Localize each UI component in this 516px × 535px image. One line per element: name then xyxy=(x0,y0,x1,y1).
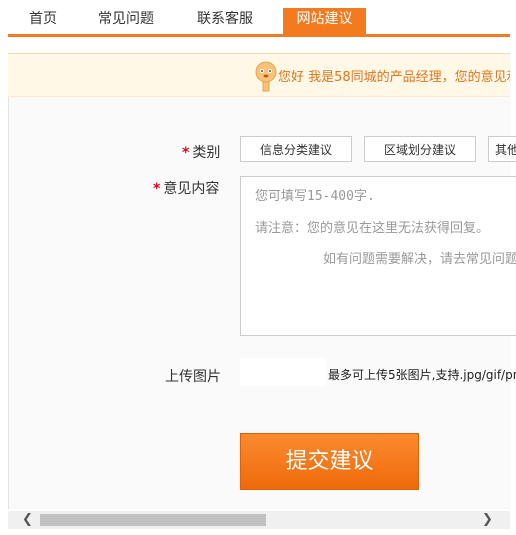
nav-item-home[interactable]: 首页 xyxy=(29,8,57,28)
category-label: * 类别 xyxy=(182,145,221,161)
nav-item-contact[interactable]: 联系客服 xyxy=(197,8,253,28)
upload-label: 上传图片 xyxy=(165,369,221,385)
upload-button[interactable] xyxy=(240,358,326,386)
feedback-textarea[interactable]: 您可填写15-400字. 请注意：您的意见在这里无法获得回复。 如有问题需要解决… xyxy=(240,176,516,336)
placeholder-line-2: 请注意：您的意见在这里无法获得回复。 xyxy=(255,221,490,236)
category-option-other[interactable]: 其他建议 xyxy=(488,136,516,162)
scroll-left-icon[interactable]: ❮ xyxy=(22,512,33,527)
category-option-region[interactable]: 区域划分建议 xyxy=(364,136,476,162)
top-nav: 首页 常见问题 联系客服 网站建议 xyxy=(0,0,516,37)
required-mark: * xyxy=(182,145,190,161)
horizontal-scrollbar[interactable]: ❮ ❯ xyxy=(8,511,510,529)
notice-banner: 您好 我是58同城的产品经理，您的意见和建议 xyxy=(8,53,510,97)
nav-item-faq[interactable]: 常见问题 xyxy=(98,8,154,28)
upload-hint: 最多可上传5张图片,支持.jpg/gif/png xyxy=(328,368,516,382)
nav-underline xyxy=(8,34,510,37)
mascot-icon xyxy=(255,61,277,92)
placeholder-line-3: 如有问题需要解决，请去常见问题 xyxy=(323,252,516,267)
content-label: * 意见内容 xyxy=(153,181,220,197)
required-mark: * xyxy=(153,181,161,197)
banner-text: 您好 我是58同城的产品经理，您的意见和建议 xyxy=(278,70,510,85)
submit-button[interactable]: 提交建议 xyxy=(240,433,419,490)
scroll-right-icon[interactable]: ❯ xyxy=(482,512,493,527)
placeholder-line-1: 您可填写15-400字. xyxy=(255,189,375,204)
category-option-info[interactable]: 信息分类建议 xyxy=(240,136,352,162)
scrollbar-thumb[interactable] xyxy=(40,514,266,526)
nav-item-feedback[interactable]: 网站建议 xyxy=(283,8,366,34)
